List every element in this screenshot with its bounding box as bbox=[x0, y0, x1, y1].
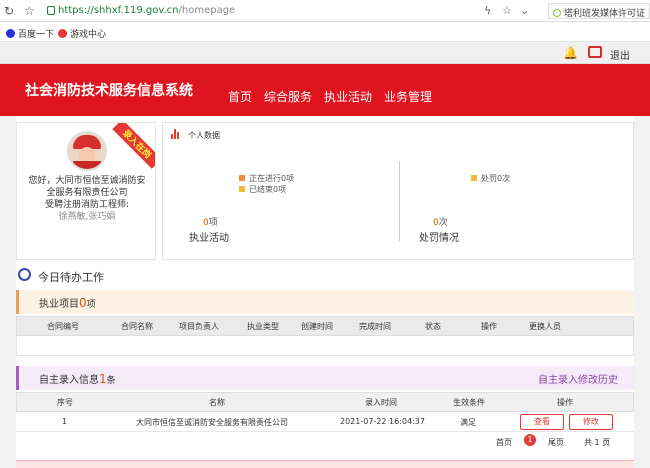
projects-table-header: 合同编号 合同名称 项目负责人 执业类型 创建时间 完成时间 状态 操作 更换人… bbox=[16, 316, 634, 336]
extension-search-box[interactable]: 塔利班发媒体许可证 bbox=[548, 3, 650, 19]
game-center-icon bbox=[58, 29, 67, 38]
history-link[interactable]: 自主录入修改历史 bbox=[538, 371, 618, 386]
records-count: 1 bbox=[99, 372, 107, 386]
alarm-clock-icon bbox=[18, 268, 31, 281]
legend-ongoing: 正在进行0项 bbox=[239, 173, 294, 184]
column-header: 合同编号 bbox=[47, 322, 79, 331]
pager-current[interactable]: 1 bbox=[524, 434, 536, 446]
stats-card: 个人数据 正在进行0项 已结束0项 处罚0次 0项 执业活动 0次 处罚情况 bbox=[162, 122, 634, 260]
row-condition: 满足 bbox=[460, 418, 476, 427]
site-header: 社会消防技术服务信息系统 首页 综合服务 执业活动 业务管理 bbox=[0, 64, 650, 116]
status-ribbon: 录入在岗 bbox=[112, 123, 155, 169]
penalty-count: 0次 bbox=[433, 218, 448, 228]
projects-count: 0 bbox=[79, 296, 87, 310]
penalty-label: 处罚情况 bbox=[419, 233, 459, 244]
greeting-line-3: 受聘注册消防工程师: bbox=[44, 200, 130, 210]
view-button[interactable]: 查看 bbox=[520, 414, 564, 430]
bookmark-star-icon[interactable]: ☆ bbox=[24, 4, 35, 18]
baidu-paw-icon bbox=[6, 29, 15, 38]
column-header: 项目负责人 bbox=[179, 322, 219, 331]
column-header: 操作 bbox=[481, 322, 497, 331]
bookmark-game-center[interactable]: 游戏中心 bbox=[58, 27, 106, 40]
bookmarks-bar: 百度一下 游戏中心 bbox=[0, 22, 650, 42]
table-row: 1 大同市恒信至诚消防安全服务有限责任公司 2021-07-22 16:04:3… bbox=[16, 412, 634, 432]
top-utility-bar: 🔔 退出 bbox=[0, 42, 650, 64]
column-header: 操作 bbox=[557, 398, 573, 407]
row-name: 大同市恒信至诚消防安全服务有限责任公司 bbox=[136, 418, 288, 427]
projects-section-header: 执业项目0项 bbox=[16, 290, 634, 314]
column-header: 创建时间 bbox=[301, 322, 333, 331]
star-icon[interactable]: ☆ bbox=[502, 4, 512, 17]
legend-finished: 已结束0项 bbox=[239, 184, 286, 195]
extension-text: 塔利班发媒体许可证 bbox=[564, 9, 646, 19]
practice-count: 0项 bbox=[203, 218, 218, 228]
records-table-header: 序号 名称 录入时间 生效条件 操作 bbox=[16, 392, 634, 412]
pager-total: 共 1 页 bbox=[584, 438, 611, 447]
menu-home[interactable]: 首页 bbox=[228, 88, 252, 105]
legend-penalty: 处罚0次 bbox=[471, 173, 510, 184]
url-field[interactable]: https://shhxf.119.gov.cn/homepage bbox=[58, 5, 235, 16]
column-header: 生效条件 bbox=[453, 398, 485, 407]
stats-divider bbox=[399, 161, 400, 241]
greeting-line-2: 全服务有限责任公司 bbox=[46, 188, 128, 198]
menu-business[interactable]: 业务管理 bbox=[384, 88, 432, 105]
column-header: 更换人员 bbox=[529, 322, 561, 331]
column-header: 名称 bbox=[209, 398, 225, 407]
row-index: 1 bbox=[62, 417, 68, 426]
column-header: 录入时间 bbox=[365, 398, 397, 407]
profile-card: 录入在岗 您好，大同市恒信至诚消防安 全服务有限责任公司 受聘注册消防工程师: … bbox=[16, 122, 156, 260]
column-header: 序号 bbox=[57, 398, 73, 407]
greeting-line-1: 您好，大同市恒信至诚消防安 bbox=[28, 176, 146, 186]
records-title: 自主录入信息 bbox=[39, 375, 99, 386]
projects-title: 执业项目 bbox=[39, 299, 79, 310]
menu-services[interactable]: 综合服务 bbox=[264, 88, 312, 105]
todo-title: 今日待办工作 bbox=[38, 271, 104, 284]
bookmark-baidu[interactable]: 百度一下 bbox=[6, 27, 54, 40]
reload-icon[interactable]: ↻ bbox=[4, 4, 14, 18]
secure-lock-icon bbox=[47, 6, 55, 15]
chevron-down-icon[interactable]: ⌄ bbox=[520, 4, 529, 17]
engineer-names: 徐燕敏,张巧娟 bbox=[58, 212, 116, 222]
bookmark-label: 游戏中心 bbox=[70, 30, 107, 40]
stats-title: 个人数据 bbox=[188, 131, 220, 140]
edit-button[interactable]: 修改 bbox=[569, 414, 613, 430]
practice-label: 执业活动 bbox=[189, 233, 229, 244]
browser-address-bar: ↻ ☆ https://shhxf.119.gov.cn/homepage ϟ … bbox=[0, 0, 650, 22]
column-header: 合同名称 bbox=[121, 322, 153, 331]
column-header: 状态 bbox=[425, 322, 441, 331]
column-header: 完成时间 bbox=[359, 322, 391, 331]
logout-button[interactable]: 退出 bbox=[610, 47, 630, 62]
url-host: https://shhxf.119.gov.cn bbox=[58, 5, 179, 16]
menu-practice[interactable]: 执业活动 bbox=[324, 88, 372, 105]
url-path: /homepage bbox=[178, 5, 236, 16]
bell-icon[interactable]: 🔔 bbox=[563, 46, 578, 60]
lightning-icon[interactable]: ϟ bbox=[484, 4, 491, 17]
bookmark-label: 百度一下 bbox=[18, 30, 55, 40]
pager-first[interactable]: 首页 bbox=[496, 437, 512, 448]
logout-icon[interactable] bbox=[588, 46, 602, 58]
next-section-header bbox=[16, 460, 634, 468]
row-time: 2021-07-22 16:04:37 bbox=[340, 417, 425, 426]
column-header: 执业类型 bbox=[247, 322, 279, 331]
system-title: 社会消防技术服务信息系统 bbox=[25, 83, 193, 99]
records-section-header: 自主录入信息1条 自主录入修改历史 bbox=[16, 366, 634, 390]
bar-chart-icon bbox=[171, 129, 181, 139]
projects-empty-row bbox=[16, 336, 634, 356]
pager-last[interactable]: 尾页 bbox=[548, 437, 564, 448]
extension-icon bbox=[553, 9, 561, 17]
